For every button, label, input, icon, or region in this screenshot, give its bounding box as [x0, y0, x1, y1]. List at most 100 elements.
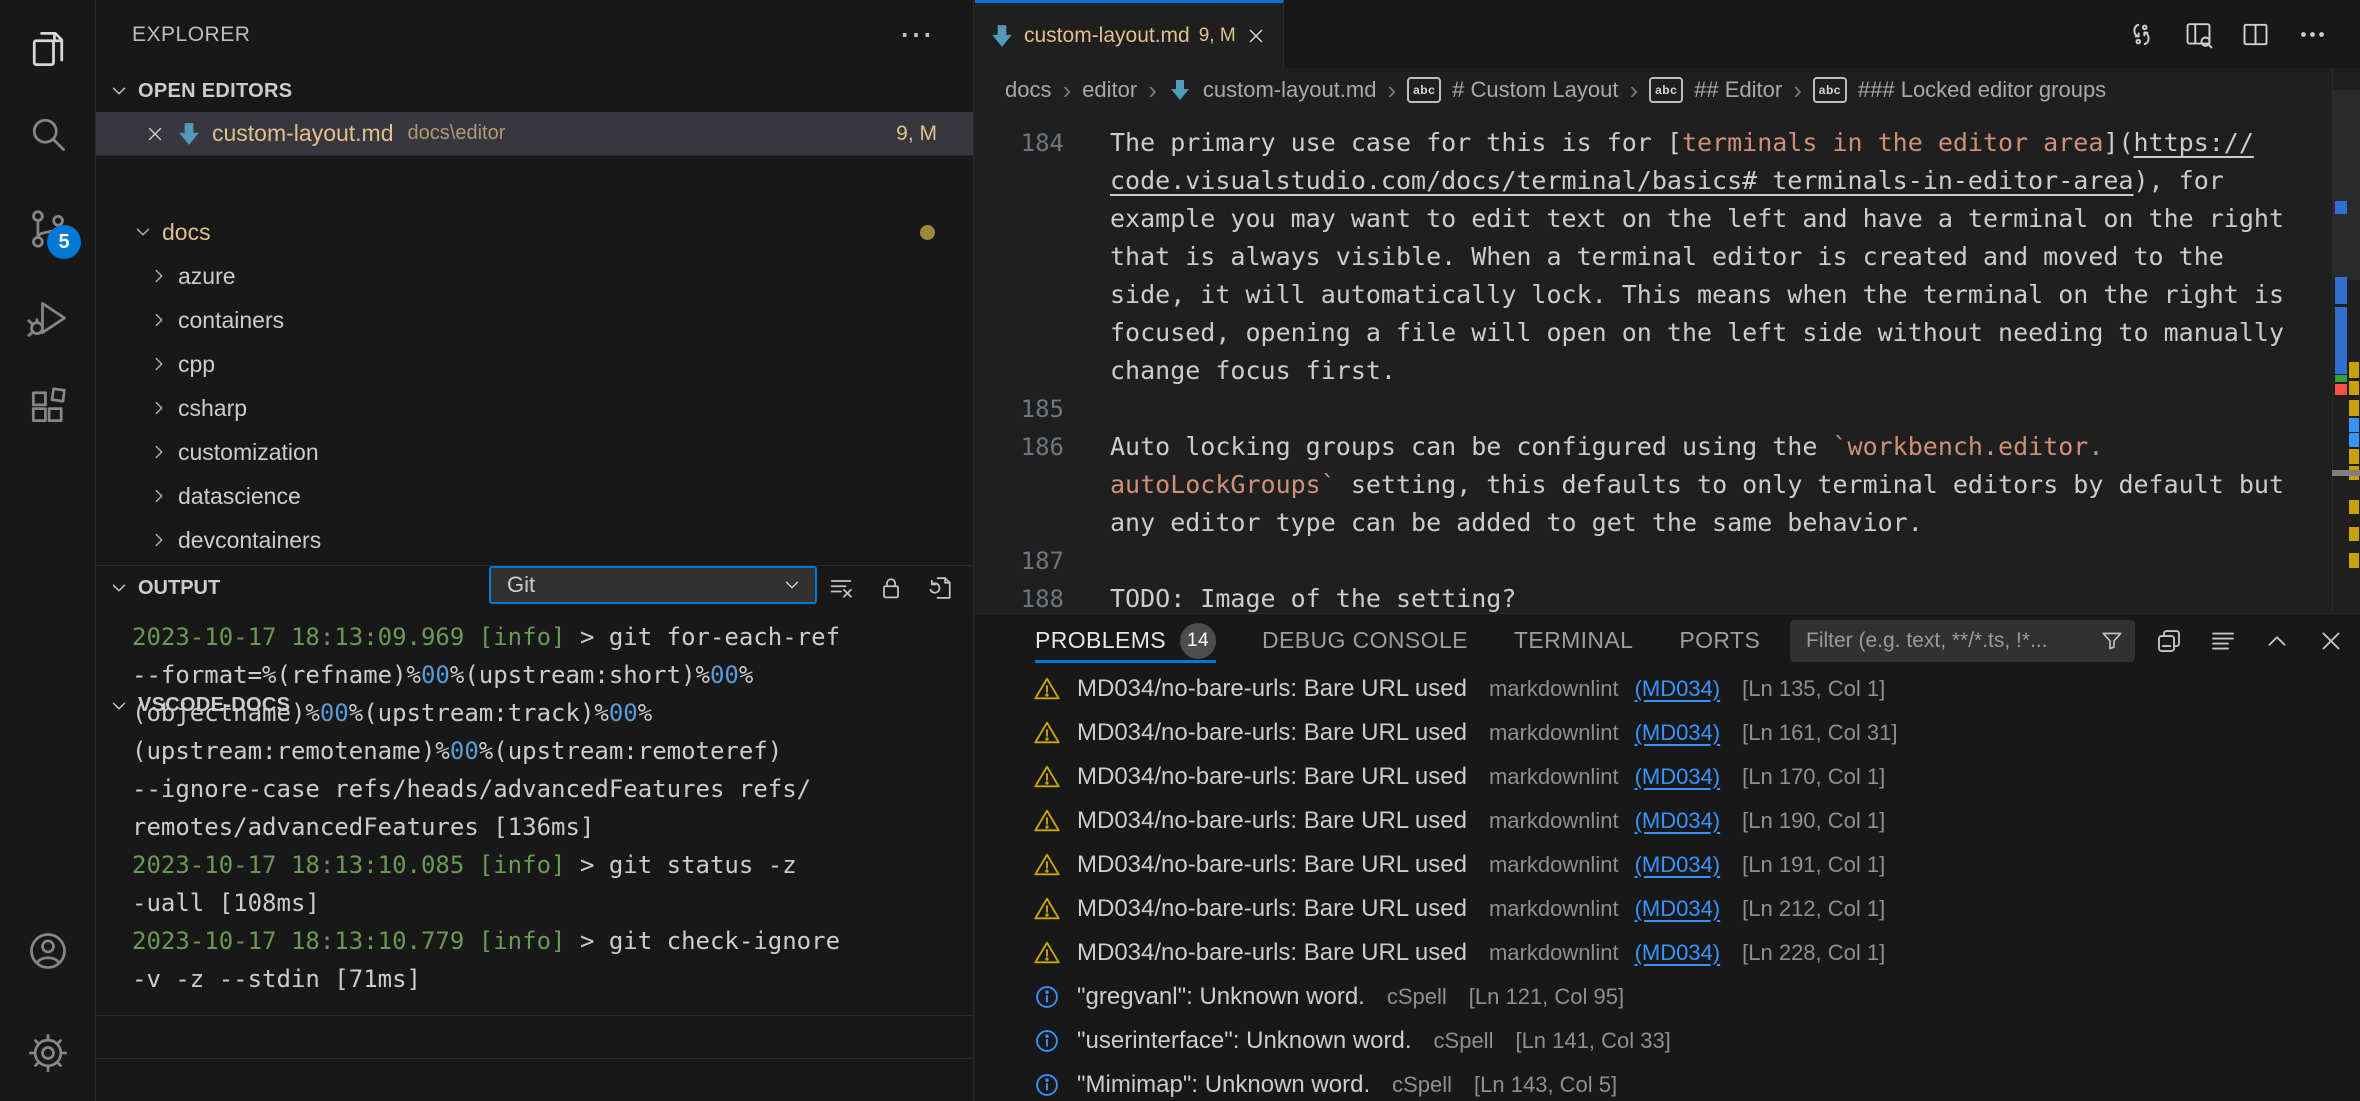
text-segment: example you may want to edit text on the…: [1110, 204, 2284, 233]
tree-item-devcontainers[interactable]: devcontainers: [96, 518, 973, 562]
output-log[interactable]: 2023-10-17 18:13:09.969 [info] > git for…: [96, 610, 973, 1016]
maximize-panel-icon[interactable]: [2262, 626, 2292, 656]
tree-item-datascience[interactable]: datascience: [96, 474, 973, 518]
problem-row[interactable]: MD034/no-bare-urls: Bare URL usedmarkdow…: [975, 843, 2360, 887]
code-line: side, it will automatically lock. This m…: [975, 276, 2332, 314]
open-editor-item[interactable]: custom-layout.md docs\editor 9, M: [96, 112, 973, 155]
breadcrumb-item[interactable]: custom-layout.md: [1203, 77, 1377, 103]
panel-tab-terminal[interactable]: TERMINAL: [1514, 614, 1634, 667]
problem-code-link[interactable]: (MD034): [1635, 896, 1721, 922]
code-line: focused, opening a file will open on the…: [975, 314, 2332, 352]
line-number: [975, 200, 1064, 238]
code-text: any editor type can be added to get the …: [1110, 504, 1923, 542]
problem-row[interactable]: "gregvanl": Unknown word.cSpell [Ln 121,…: [975, 975, 2360, 1019]
output-channel-value: Git: [507, 572, 535, 598]
vscode-window: 5: [0, 0, 2360, 1101]
problem-row[interactable]: MD034/no-bare-urls: Bare URL used markdow…: [975, 799, 2360, 843]
panel-tab-ports[interactable]: PORTS: [1679, 614, 1760, 667]
filter-input[interactable]: [1804, 628, 2099, 654]
close-panel-icon[interactable]: [2316, 626, 2346, 656]
problem-source: markdownlint: [1489, 896, 1619, 922]
tree-item-customization[interactable]: customization: [96, 430, 973, 474]
problem-row[interactable]: MD034/no-bare-urls: Bare URL usedmarkdow…: [975, 755, 2360, 799]
lock-icon[interactable]: [877, 574, 905, 602]
tree-item-containers[interactable]: containers: [96, 298, 973, 342]
problem-source: markdownlint: [1489, 852, 1619, 878]
output-line: 2023-10-17 18:13:10.779 [info] > git che…: [132, 922, 965, 960]
clear-output-icon[interactable]: [827, 574, 855, 602]
problem-row[interactable]: MD034/no-bare-urls: Bare URL used markdow…: [975, 887, 2360, 931]
panel-actions: [2154, 614, 2346, 667]
tree-item-csharp[interactable]: csharp: [96, 386, 973, 430]
files-icon: [26, 27, 70, 71]
problem-source: cSpell: [1387, 984, 1447, 1010]
text-segment: 2023-10-17 18:13:09.969 [info]: [132, 623, 580, 651]
filter-icon[interactable]: [2099, 628, 2125, 654]
overview-ruler-mark: [2349, 381, 2359, 395]
problem-message: MD034/no-bare-urls: Bare URL used: [1077, 895, 1467, 923]
split-editor-icon[interactable]: [2240, 19, 2271, 50]
tree-item-azure[interactable]: azure: [96, 254, 973, 298]
open-changes-icon[interactable]: [2126, 19, 2157, 50]
breadcrumb-item[interactable]: ## Editor: [1694, 77, 1782, 103]
problem-code-link[interactable]: (MD034): [1635, 720, 1721, 746]
info-icon: [1033, 1071, 1061, 1099]
open-preview-icon[interactable]: [2183, 19, 2214, 50]
chevron-down-icon[interactable]: [108, 577, 130, 599]
line-number: [975, 238, 1064, 276]
chevron-right-icon: [148, 397, 170, 419]
scrollbar-slider[interactable]: [2333, 90, 2360, 280]
tree-item-cpp[interactable]: cpp: [96, 342, 973, 386]
problem-row[interactable]: MD034/no-bare-urls: Bare URL usedmarkdow…: [975, 931, 2360, 975]
problem-row[interactable]: MD034/no-bare-urls: Bare URL usedmarkdow…: [975, 667, 2360, 711]
breadcrumb-item[interactable]: editor: [1082, 77, 1137, 103]
tab-custom-layout[interactable]: custom-layout.md 9, M: [975, 0, 1284, 68]
open-log-file-icon[interactable]: [927, 574, 955, 602]
explorer-activity-button[interactable]: [0, 13, 95, 85]
code-text: code.visualstudio.com/docs/terminal/basi…: [1110, 162, 2224, 200]
problem-message: MD034/no-bare-urls: Bare URL used: [1077, 807, 1467, 835]
more-actions-icon[interactable]: [2297, 19, 2328, 50]
view-as-table-icon[interactable]: [2154, 626, 2184, 656]
output-channel-select[interactable]: Git: [489, 566, 817, 604]
close-icon[interactable]: [1245, 25, 1267, 47]
breadcrumb-item[interactable]: # Custom Layout: [1452, 77, 1618, 103]
source-control-activity-button[interactable]: 5: [0, 193, 95, 265]
overview-ruler-mark: [2349, 433, 2359, 447]
search-activity-button[interactable]: [0, 98, 95, 170]
editor-content[interactable]: 184The primary use case for this is for …: [975, 112, 2332, 613]
breadcrumb-separator: ›: [1629, 75, 1638, 106]
open-editors-header[interactable]: OPEN EDITORS: [96, 70, 973, 112]
account-button[interactable]: [0, 915, 95, 987]
output-line: -v -z --stdin [71ms]: [132, 960, 965, 998]
text-segment: TODO: Image of the setting?: [1110, 584, 1516, 613]
run-debug-activity-button[interactable]: [0, 282, 95, 354]
close-icon[interactable]: [144, 123, 166, 145]
chevron-down-icon: [108, 80, 130, 102]
extensions-activity-button[interactable]: [0, 370, 95, 442]
settings-button[interactable]: [0, 1017, 95, 1089]
text-segment: 2023-10-17 18:13:10.779 [info]: [132, 927, 580, 955]
problem-row[interactable]: "Mimimap": Unknown word.cSpell [Ln 143, …: [975, 1063, 2360, 1101]
collapse-all-icon[interactable]: [2208, 626, 2238, 656]
output-line: --ignore-case refs/heads/advancedFeature…: [132, 770, 965, 808]
problem-code-link[interactable]: (MD034): [1635, 852, 1721, 878]
timeline-section-header[interactable]: TIMELINE: [96, 1058, 973, 1101]
problem-row[interactable]: "userinterface": Unknown word.cSpell [Ln…: [975, 1019, 2360, 1063]
text-segment: 00: [710, 661, 739, 689]
chevron-right-icon: [148, 309, 170, 331]
panel-tab-debug-console[interactable]: DEBUG CONSOLE: [1262, 614, 1468, 667]
breadcrumb-item[interactable]: ### Locked editor groups: [1858, 77, 2106, 103]
problem-code-link[interactable]: (MD034): [1635, 676, 1721, 702]
problem-code-link[interactable]: (MD034): [1635, 764, 1721, 790]
problem-code-link[interactable]: (MD034): [1635, 808, 1721, 834]
tree-item-docs[interactable]: docs: [96, 210, 973, 254]
problem-code-link[interactable]: (MD034): [1635, 940, 1721, 966]
panel-tab-problems[interactable]: PROBLEMS 14: [1035, 614, 1216, 667]
breadcrumb-item[interactable]: docs: [1005, 77, 1051, 103]
problems-filter: [1790, 620, 2135, 662]
warning-icon: [1033, 807, 1061, 835]
problem-source: markdownlint: [1489, 808, 1619, 834]
problem-row[interactable]: MD034/no-bare-urls: Bare URL usedmarkdow…: [975, 711, 2360, 755]
warning-icon: [1033, 895, 1061, 923]
